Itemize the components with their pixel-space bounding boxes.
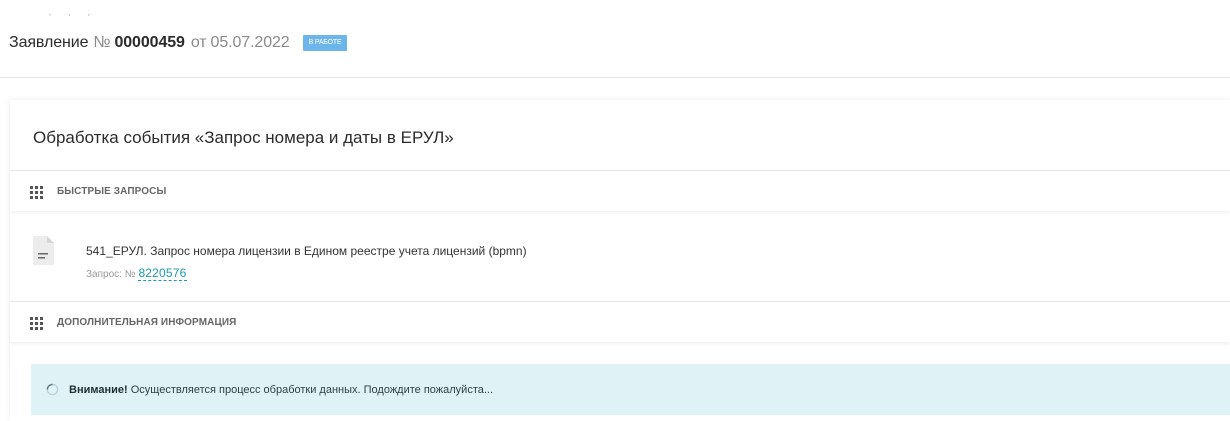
- status-badge: В РАБОТЕ: [302, 35, 348, 51]
- section-additional-info[interactable]: ДОПОЛНИТЕЛЬНАЯ ИНФОРМАЦИЯ: [10, 301, 1230, 342]
- application-number: 00000459: [114, 34, 185, 51]
- application-date: 05.07.2022: [210, 34, 290, 51]
- document-icon: [33, 236, 54, 265]
- grid-icon: [30, 185, 43, 199]
- section-additional-info-label: ДОПОЛНИТЕЛЬНАЯ ИНФОРМАЦИЯ: [57, 316, 237, 328]
- request-name: 541_ЕРУЛ. Запрос номера лицензии в Едино…: [86, 244, 527, 258]
- processing-alert: Внимание! Осуществляется процесс обработ…: [31, 364, 1230, 415]
- request-number-label: Запрос: №: [86, 269, 136, 280]
- page-header: · · · Заявление № 00000459 от 05.07.2022…: [0, 0, 1230, 78]
- breadcrumb-remnant: · · ·: [48, 7, 97, 21]
- page-title: Заявление № 00000459 от 05.07.2022 В РАБ…: [9, 33, 348, 53]
- from-word: от: [190, 34, 207, 51]
- spinner-icon: [46, 383, 59, 396]
- section-quick-requests[interactable]: БЫСТРЫЕ ЗАПРОСЫ: [10, 170, 1230, 211]
- title-word: Заявление: [9, 34, 89, 51]
- alert-text: Внимание! Осуществляется процесс обработ…: [69, 384, 493, 396]
- application-page: · · · Заявление № 00000459 от 05.07.2022…: [0, 0, 1230, 421]
- number-sign: №: [93, 34, 111, 51]
- alert-strong: Внимание!: [69, 383, 128, 396]
- grid-icon: [30, 316, 43, 330]
- list-item: 541_ЕРУЛ. Запрос номера лицензии в Едино…: [10, 223, 1230, 301]
- section-quick-requests-label: БЫСТРЫЕ ЗАПРОСЫ: [57, 185, 167, 197]
- request-number-line: Запрос: № 8220576: [86, 266, 187, 281]
- event-processing-panel: Обработка события «Запрос номера и даты …: [10, 100, 1230, 421]
- request-number-link[interactable]: 8220576: [138, 266, 187, 281]
- panel-title: Обработка события «Запрос номера и даты …: [33, 128, 454, 147]
- alert-message: Осуществляется процесс обработки данных.…: [127, 383, 494, 396]
